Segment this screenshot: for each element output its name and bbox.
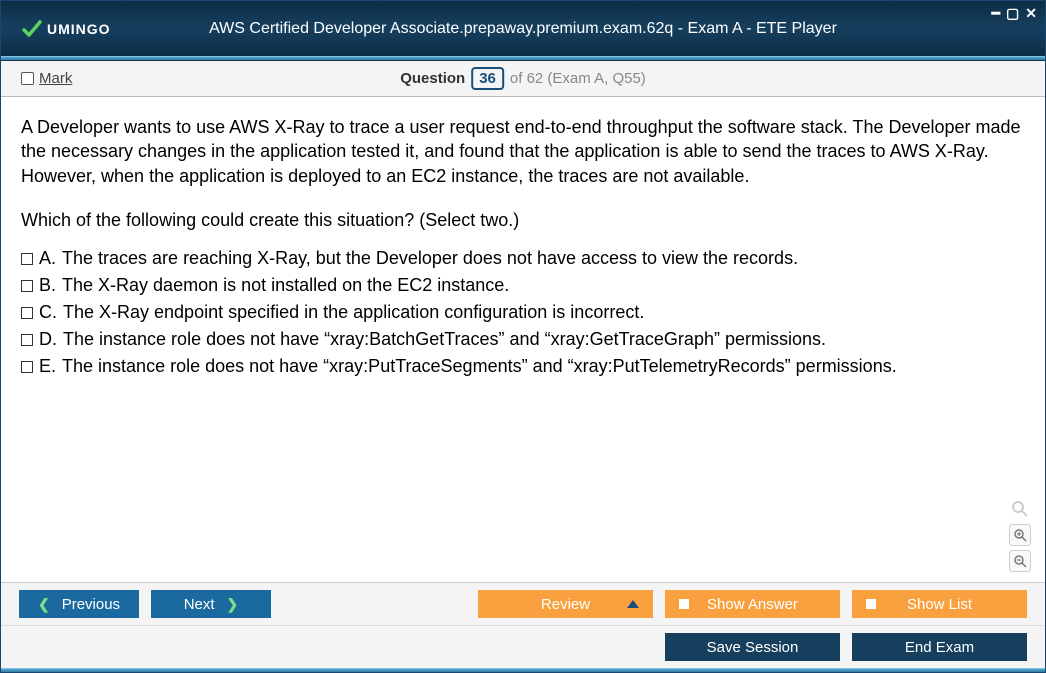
review-label: Review — [541, 596, 590, 613]
nav-bar: ❮ Previous Next ❯ Review Show Answer Sho… — [1, 582, 1045, 625]
maximize-button[interactable]: ▢ — [1006, 5, 1019, 22]
accent-divider-bottom — [1, 668, 1045, 672]
checkbox-icon — [21, 72, 34, 85]
next-label: Next — [184, 596, 215, 613]
question-label: Question — [400, 70, 465, 87]
option-c[interactable]: C. The X-Ray endpoint specified in the a… — [21, 299, 1025, 326]
option-text: The X-Ray endpoint specified in the appl… — [63, 302, 644, 323]
previous-label: Previous — [62, 596, 120, 613]
zoom-out-button[interactable] — [1009, 550, 1031, 572]
chevron-left-icon: ❮ — [38, 596, 50, 613]
option-a[interactable]: A. The traces are reaching X-Ray, but th… — [21, 245, 1025, 272]
session-bar: Save Session End Exam — [1, 625, 1045, 668]
show-list-label: Show List — [907, 596, 972, 613]
logo: UMINGO — [21, 18, 111, 40]
option-text: The instance role does not have “xray:Pu… — [62, 356, 897, 377]
save-session-button[interactable]: Save Session — [665, 633, 840, 661]
option-d[interactable]: D. The instance role does not have “xray… — [21, 326, 1025, 353]
option-letter: B. — [39, 275, 56, 296]
previous-button[interactable]: ❮ Previous — [19, 590, 139, 618]
stop-icon — [679, 599, 689, 609]
titlebar: UMINGO AWS Certified Developer Associate… — [1, 1, 1045, 56]
mark-label: Mark — [39, 70, 72, 87]
option-letter: A. — [39, 248, 56, 269]
checkbox-icon — [21, 280, 33, 292]
question-content: A Developer wants to use AWS X-Ray to tr… — [1, 97, 1045, 582]
triangle-up-icon — [627, 600, 639, 608]
option-b[interactable]: B. The X-Ray daemon is not installed on … — [21, 272, 1025, 299]
review-button[interactable]: Review — [478, 590, 653, 618]
question-indicator: Question 36 of 62 (Exam A, Q55) — [400, 67, 646, 90]
save-session-label: Save Session — [707, 639, 799, 656]
options-list: A. The traces are reaching X-Ray, but th… — [21, 245, 1025, 380]
zoom-controls — [1009, 498, 1031, 572]
show-answer-button[interactable]: Show Answer — [665, 590, 840, 618]
end-exam-label: End Exam — [905, 639, 974, 656]
window-controls: ━ ▢ ✕ — [992, 5, 1037, 22]
option-letter: C. — [39, 302, 57, 323]
mark-checkbox[interactable]: Mark — [21, 70, 72, 87]
question-of-text: of 62 (Exam A, Q55) — [510, 70, 646, 87]
question-instruction: Which of the following could create this… — [21, 210, 1025, 231]
chevron-right-icon: ❯ — [227, 596, 239, 613]
minimize-button[interactable]: ━ — [992, 5, 1000, 22]
checkbox-icon — [21, 334, 33, 346]
zoom-in-button[interactable] — [1009, 524, 1031, 546]
window-title: AWS Certified Developer Associate.prepaw… — [209, 20, 837, 38]
checkbox-icon — [21, 361, 33, 373]
checkbox-icon — [21, 307, 33, 319]
question-body: A Developer wants to use AWS X-Ray to tr… — [21, 115, 1025, 188]
option-letter: D. — [39, 329, 57, 350]
option-letter: E. — [39, 356, 56, 377]
question-bar: Mark Question 36 of 62 (Exam A, Q55) — [1, 61, 1045, 97]
next-button[interactable]: Next ❯ — [151, 590, 271, 618]
option-text: The X-Ray daemon is not installed on the… — [62, 275, 509, 296]
option-e[interactable]: E. The instance role does not have “xray… — [21, 353, 1025, 380]
search-icon[interactable] — [1009, 498, 1031, 520]
question-number-input[interactable]: 36 — [471, 67, 504, 90]
show-answer-label: Show Answer — [707, 596, 798, 613]
option-text: The traces are reaching X-Ray, but the D… — [62, 248, 798, 269]
option-text: The instance role does not have “xray:Ba… — [63, 329, 826, 350]
show-list-button[interactable]: Show List — [852, 590, 1027, 618]
close-button[interactable]: ✕ — [1025, 5, 1037, 22]
logo-text: UMINGO — [47, 21, 111, 37]
stop-icon — [866, 599, 876, 609]
end-exam-button[interactable]: End Exam — [852, 633, 1027, 661]
logo-checkmark-icon — [21, 18, 43, 40]
checkbox-icon — [21, 253, 33, 265]
